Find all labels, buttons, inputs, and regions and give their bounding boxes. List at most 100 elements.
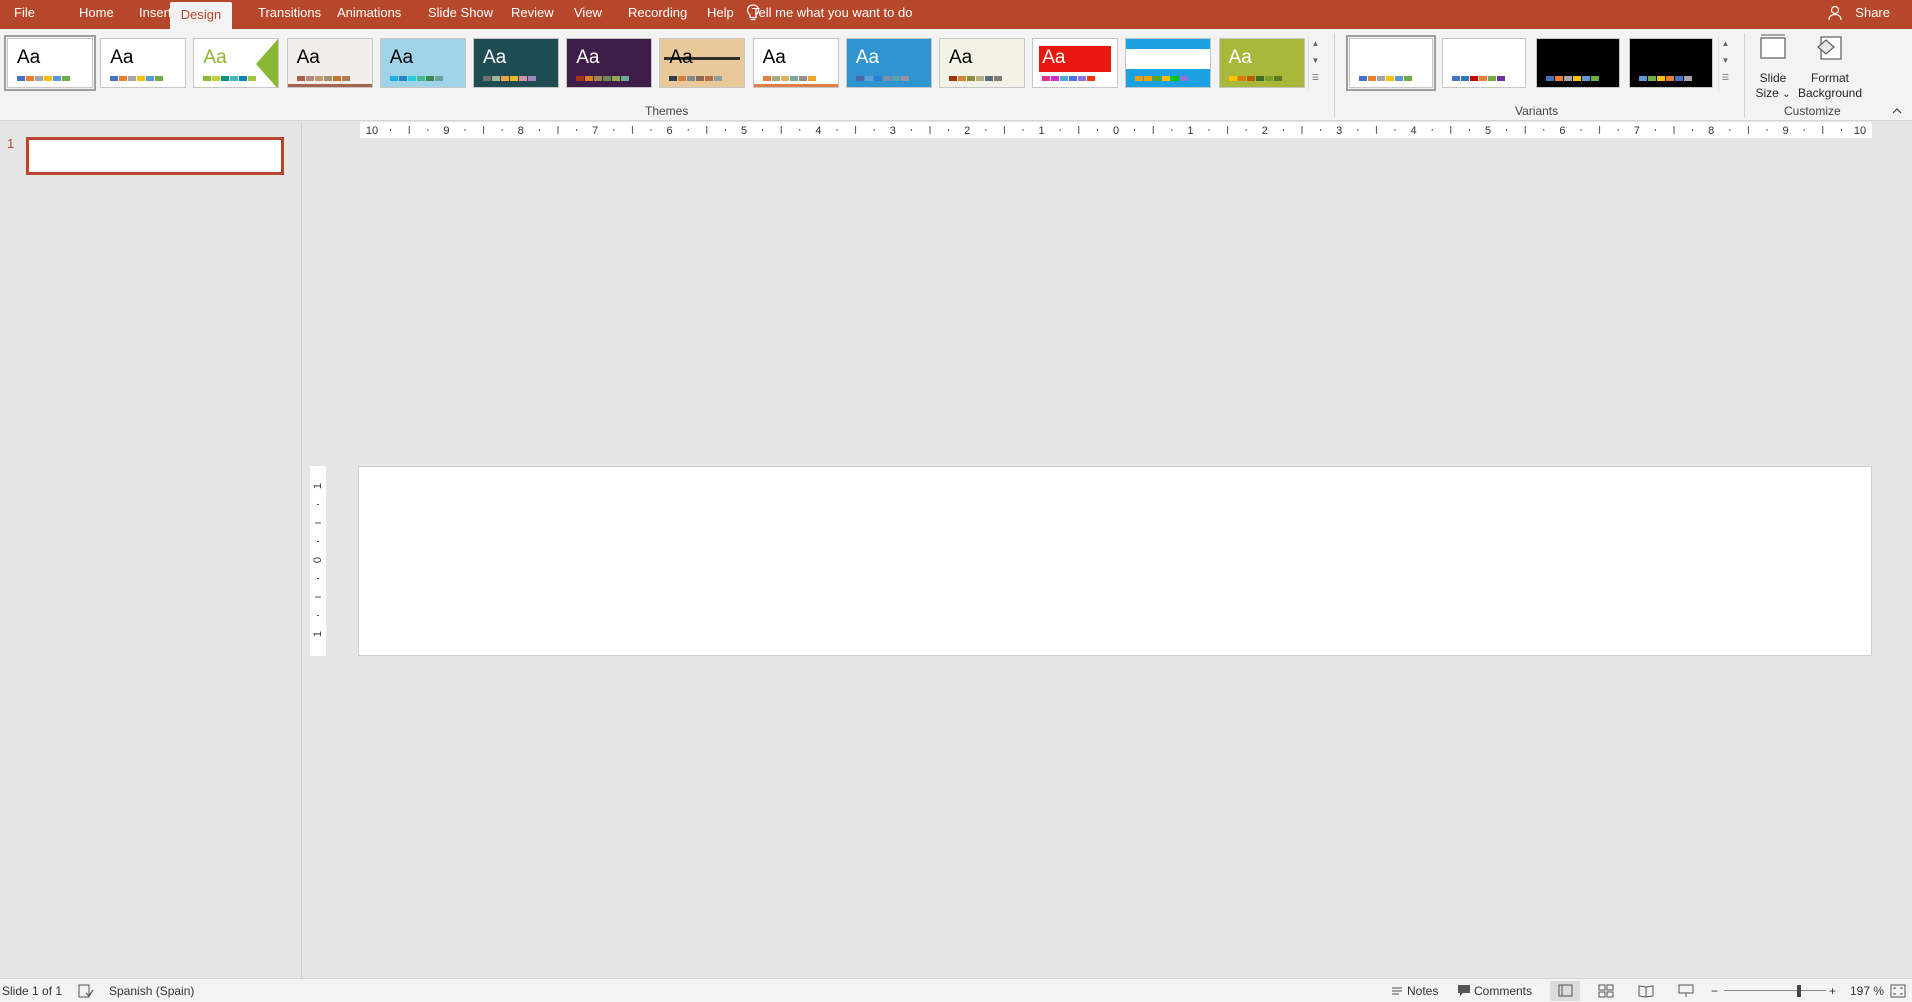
theme-thumbnail[interactable]: Aa xyxy=(659,38,746,88)
variant-thumbnail[interactable] xyxy=(1346,35,1436,91)
color-swatch xyxy=(1087,76,1096,81)
color-swatch xyxy=(669,76,678,81)
tab-design[interactable]: Design xyxy=(170,2,232,29)
slide-canvas[interactable] xyxy=(358,466,1872,656)
comment-icon xyxy=(1458,985,1470,996)
tab-view[interactable]: View xyxy=(574,0,602,29)
theme-color-swatches xyxy=(483,76,536,81)
tab-help[interactable]: Help xyxy=(707,0,734,29)
theme-thumbnail[interactable]: Aa xyxy=(566,38,653,88)
theme-sample-text: Aa xyxy=(296,47,320,68)
variant-thumbnail[interactable] xyxy=(1535,38,1620,88)
ruler-label: 7 xyxy=(592,125,598,137)
normal-view-button[interactable] xyxy=(1550,981,1580,1001)
ruler-label: 5 xyxy=(741,125,747,137)
zoom-slider-track[interactable] xyxy=(1724,990,1826,991)
share-button[interactable]: Share xyxy=(1855,0,1890,29)
color-swatch xyxy=(416,76,425,81)
theme-sample-text: Aa xyxy=(762,47,786,68)
tab-file[interactable]: File xyxy=(14,0,35,29)
color-swatch xyxy=(146,76,155,81)
variant-color-swatches xyxy=(1638,76,1692,81)
tab-insert[interactable]: Insert xyxy=(139,0,172,29)
color-swatch xyxy=(221,76,230,81)
theme-sample-text: Aa xyxy=(1135,47,1159,68)
fit-to-window-icon[interactable] xyxy=(1890,984,1906,998)
gallery-up-icon[interactable]: ▲ xyxy=(1719,35,1732,52)
color-swatch xyxy=(1665,76,1674,81)
gallery-down-icon[interactable]: ▼ xyxy=(1719,52,1732,69)
slide-sorter-icon[interactable] xyxy=(1598,984,1614,998)
color-swatch xyxy=(762,76,771,81)
theme-sample-text: Aa xyxy=(669,47,693,68)
theme-thumbnail[interactable]: Aa xyxy=(1032,38,1119,88)
tell-me-search[interactable]: Tell me what you want to do xyxy=(752,0,912,29)
variant-thumbnail[interactable] xyxy=(1628,38,1713,88)
theme-thumbnail[interactable]: Aa xyxy=(939,38,1025,88)
theme-thumbnail[interactable]: Aa xyxy=(1125,38,1212,88)
format-background-button[interactable]: Format Background xyxy=(1796,33,1864,101)
zoom-out-button[interactable]: − xyxy=(1711,979,1718,1002)
slide-thumbnail-pane: 1 xyxy=(0,122,302,978)
theme-thumbnail[interactable]: Aa xyxy=(379,38,466,88)
color-swatch xyxy=(1488,76,1497,81)
tab-slide-show[interactable]: Slide Show xyxy=(428,0,493,29)
zoom-level[interactable]: 197 % xyxy=(1850,979,1884,1002)
theme-thumbnail[interactable]: Aa xyxy=(193,38,280,88)
color-swatch xyxy=(678,76,687,81)
themes-gallery-scroll[interactable]: ▲ ▼ ☰ xyxy=(1308,35,1322,91)
tab-recording[interactable]: Recording xyxy=(628,0,687,29)
comments-button[interactable]: Comments xyxy=(1474,979,1532,1002)
ruler-label: 4 xyxy=(815,125,821,137)
ruler-label: 7 xyxy=(1634,125,1640,137)
color-swatch xyxy=(864,76,873,81)
color-swatch xyxy=(110,76,119,81)
reading-view-icon[interactable] xyxy=(1638,984,1654,998)
color-swatch xyxy=(128,76,137,81)
tab-home[interactable]: Home xyxy=(79,0,114,29)
color-swatch xyxy=(1647,76,1656,81)
zoom-in-button[interactable]: + xyxy=(1829,979,1836,1002)
collapse-ribbon-icon[interactable] xyxy=(1890,104,1904,116)
variant-thumbnail[interactable] xyxy=(1442,38,1527,88)
slide-thumbnail[interactable] xyxy=(26,137,284,175)
zoom-slider-thumb[interactable] xyxy=(1796,985,1801,997)
theme-thumbnail[interactable]: Aa xyxy=(752,38,839,88)
slide-count: Slide 1 of 1 xyxy=(2,984,63,998)
color-swatch xyxy=(1171,76,1180,81)
slide-size-button[interactable]: Slide Size ⌄ xyxy=(1750,33,1796,102)
customize-group-label: Customize xyxy=(1784,104,1841,118)
theme-color-swatches xyxy=(855,76,909,81)
color-swatch xyxy=(510,76,518,81)
theme-sample-text: Aa xyxy=(110,47,134,68)
theme-thumbnail[interactable]: Aa xyxy=(100,38,187,88)
theme-thumbnail[interactable]: Aa xyxy=(845,38,932,88)
spelling-check-icon[interactable] xyxy=(78,984,94,998)
color-swatch xyxy=(949,76,957,81)
tab-review[interactable]: Review xyxy=(511,0,554,29)
theme-thumbnail[interactable]: Aa xyxy=(4,35,96,91)
language-indicator[interactable]: Spanish (Spain) xyxy=(109,979,194,1002)
notes-button[interactable]: Notes xyxy=(1407,979,1438,1002)
color-swatch xyxy=(483,76,491,81)
tab-transitions[interactable]: Transitions xyxy=(258,0,321,29)
slideshow-icon[interactable] xyxy=(1678,984,1694,998)
color-swatch xyxy=(398,76,407,81)
gallery-up-icon[interactable]: ▲ xyxy=(1309,35,1322,52)
gallery-more-icon[interactable]: ☰ xyxy=(1719,69,1732,86)
theme-thumbnail[interactable]: Aa xyxy=(473,38,559,88)
theme-color-swatches xyxy=(762,76,816,81)
color-swatch xyxy=(594,76,603,81)
tab-animations[interactable]: Animations xyxy=(337,0,401,29)
variants-gallery-scroll[interactable]: ▲ ▼ ☰ xyxy=(1718,35,1732,91)
color-swatch xyxy=(891,76,900,81)
theme-thumbnail[interactable]: Aa xyxy=(286,38,373,88)
gallery-down-icon[interactable]: ▼ xyxy=(1309,52,1322,69)
theme-accent-shape xyxy=(256,39,279,87)
theme-thumbnail[interactable]: Aa xyxy=(1218,38,1305,88)
ruler-label: 1 xyxy=(312,631,324,637)
color-swatch xyxy=(1060,76,1069,81)
ruler-label: 8 xyxy=(1708,125,1714,137)
color-swatch xyxy=(714,76,723,81)
gallery-more-icon[interactable]: ☰ xyxy=(1309,69,1322,86)
